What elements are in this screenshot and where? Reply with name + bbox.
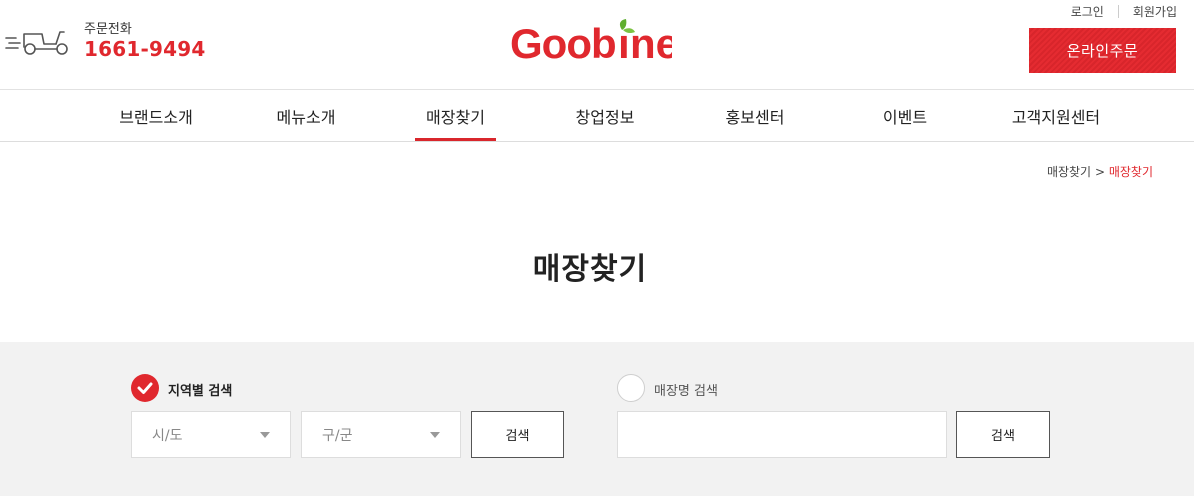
city-select[interactable]: 시/도 [131, 411, 291, 458]
nav-item-brand[interactable]: 브랜드소개 [104, 90, 208, 141]
store-name-search-radio[interactable] [617, 374, 645, 402]
delivery-scooter-icon [5, 31, 68, 55]
nav-item-event[interactable]: 이벤트 [868, 90, 942, 141]
nav-item-menu[interactable]: 메뉴소개 [263, 90, 349, 141]
district-select-value: 구/군 [322, 427, 353, 444]
top-links: 로그인 회원가입 [1071, 3, 1177, 20]
city-select-value: 시/도 [152, 427, 183, 444]
region-search-label[interactable]: 지역별 검색 [168, 380, 232, 399]
nav-item-customer-center[interactable]: 고객지원센터 [998, 90, 1114, 141]
breadcrumb-current: 매장찾기 [1108, 165, 1153, 179]
phone-label: 주문전화 [84, 22, 132, 37]
goobne-logo[interactable]: Goob ı ne [510, 18, 672, 64]
chevron-down-icon [430, 432, 440, 438]
svg-text:Goob: Goob [510, 20, 616, 64]
region-search-button[interactable]: 검색 [471, 411, 564, 458]
phone-number: 1661-9494 [84, 37, 206, 61]
check-icon [137, 382, 153, 394]
site-header: 주문전화 1661-9494 Goob ı ne 로그인 회원가입 온라인주문 [0, 0, 1194, 90]
store-search-panel: 지역별 검색 시/도 구/군 검색 매장명 검색 검색 [0, 342, 1194, 496]
page-title: 매장찾기 [532, 252, 648, 287]
district-select[interactable]: 구/군 [301, 411, 461, 458]
login-link[interactable]: 로그인 [1071, 3, 1104, 20]
svg-text:ne: ne [630, 20, 672, 64]
store-name-search-button[interactable]: 검색 [956, 411, 1050, 458]
breadcrumb: 매장찾기 > 매장찾기 [1047, 163, 1153, 180]
nav-item-franchise[interactable]: 창업정보 [562, 90, 648, 141]
main-nav: 브랜드소개 메뉴소개 매장찾기 창업정보 홍보센터 이벤트 고객지원센터 [0, 90, 1194, 142]
store-name-input[interactable] [617, 411, 947, 458]
signup-link[interactable]: 회원가입 [1133, 3, 1177, 20]
store-name-search-label[interactable]: 매장명 검색 [654, 380, 718, 399]
region-search-radio[interactable] [131, 374, 159, 402]
breadcrumb-parent[interactable]: 매장찾기 [1047, 165, 1091, 179]
breadcrumb-separator: > [1094, 165, 1105, 179]
nav-item-store-finder[interactable]: 매장찾기 [415, 90, 496, 141]
online-order-button[interactable]: 온라인주문 [1029, 28, 1176, 73]
nav-item-pr-center[interactable]: 홍보센터 [712, 90, 798, 141]
chevron-down-icon [260, 432, 270, 438]
link-divider [1117, 5, 1119, 18]
